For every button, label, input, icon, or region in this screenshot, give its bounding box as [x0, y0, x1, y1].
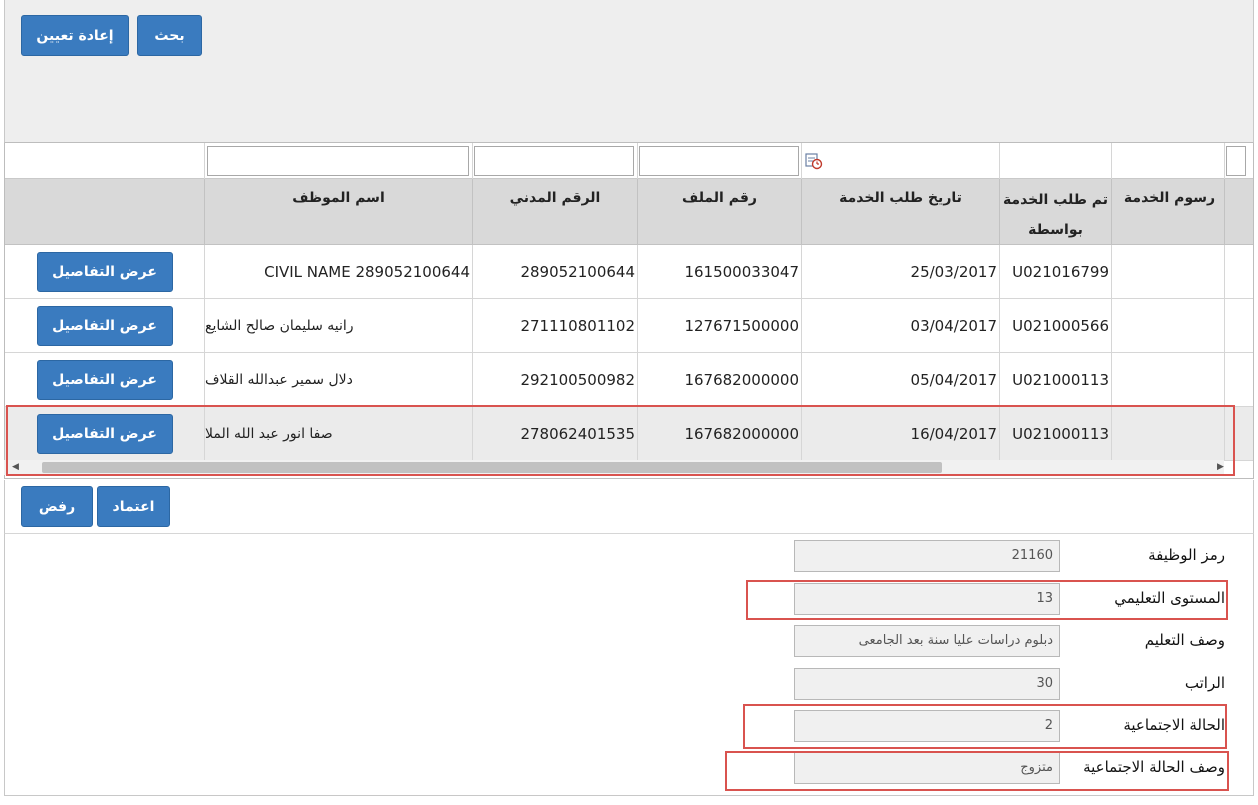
reject-button[interactable]: رفض — [21, 486, 93, 527]
salary-label: الراتب — [1184, 674, 1225, 692]
employee-details-form: 21160 رمز الوظيفة 13 المستوى التعليمي دب… — [4, 534, 1254, 796]
file-number-cell: 167682000000 — [637, 353, 801, 407]
view-details-button[interactable]: عرض التفاصيل — [36, 306, 173, 346]
request-date-cell: 25/03/2017 — [801, 245, 999, 299]
civil-id-cell: 292100500982 — [472, 353, 637, 407]
request-date-cell: 05/04/2017 — [801, 353, 999, 407]
education-desc-field: دبلوم دراسات عليا سنة بعد الجامعى — [794, 625, 1060, 657]
education-level-label: المستوى التعليمي — [1114, 589, 1225, 607]
action-bar — [4, 480, 1254, 534]
col-employee-name[interactable]: اسم الموظف — [204, 179, 472, 245]
civil-id-cell: 271110801102 — [472, 299, 637, 353]
grid-header: اسم الموظف الرقم المدني رقم الملف تاريخ … — [5, 179, 1253, 245]
view-details-button[interactable]: عرض التفاصيل — [36, 414, 173, 454]
filter-row — [5, 143, 1253, 179]
file-number-cell: 167682000000 — [637, 407, 801, 461]
requested-by-cell: U021000113 — [999, 407, 1111, 461]
search-button[interactable]: بحث — [137, 15, 202, 56]
request-date-cell: 16/04/2017 — [801, 407, 999, 461]
requested-by-cell: U021000113 — [999, 353, 1111, 407]
requests-grid: اسم الموظف الرقم المدني رقم الملف تاريخ … — [4, 143, 1254, 479]
education-desc-label: وصف التعليم — [1144, 631, 1225, 649]
employee-name-cell: دلال سمير عبدالله القلاف — [204, 353, 472, 407]
col-requested-by[interactable]: تم طلب الخدمة بواسطة — [999, 179, 1111, 245]
reset-button[interactable]: إعادة تعيين — [21, 15, 129, 56]
scroll-right-icon[interactable]: ▶ — [1217, 462, 1224, 473]
calendar-icon[interactable] — [805, 152, 823, 170]
employee-name-cell: صفا انور عبد الله الملا — [204, 407, 472, 461]
marital-status-desc-field: متزوج — [794, 752, 1060, 784]
col-civil-id[interactable]: الرقم المدني — [472, 179, 637, 245]
civil-id-filter[interactable] — [474, 146, 634, 176]
job-code-label: رمز الوظيفة — [1148, 546, 1225, 564]
file-number-cell: 127671500000 — [637, 299, 801, 353]
employee-name-cell: رانيه سليمان صالح الشايع — [204, 299, 472, 353]
extra-filter[interactable] — [1226, 146, 1246, 176]
civil-id-cell: 278062401535 — [472, 407, 637, 461]
requested-by-cell: U021016799 — [999, 245, 1111, 299]
marital-status-desc-label: وصف الحالة الاجتماعية — [1083, 758, 1225, 776]
education-level-field: 13 — [794, 583, 1060, 615]
scrollbar-thumb[interactable] — [42, 462, 942, 473]
marital-status-field: 2 — [794, 710, 1060, 742]
table-row[interactable]: عرض التفاصيل رانيه سليمان صالح الشايع 27… — [5, 299, 1253, 353]
requested-by-cell: U021000566 — [999, 299, 1111, 353]
scroll-left-icon[interactable]: ◀ — [12, 462, 19, 473]
marital-status-label: الحالة الاجتماعية — [1123, 716, 1225, 734]
col-file-number[interactable]: رقم الملف — [637, 179, 801, 245]
col-requested-by-line2: بواسطة — [1028, 222, 1083, 238]
file-number-filter[interactable] — [639, 146, 799, 176]
job-code-field: 21160 — [794, 540, 1060, 572]
civil-id-cell: 289052100644 — [472, 245, 637, 299]
employee-name-filter[interactable] — [207, 146, 469, 176]
horizontal-scrollbar[interactable]: ◀ ▶ — [4, 460, 1224, 475]
col-requested-by-line1: تم طلب الخدمة — [1002, 192, 1109, 208]
col-service-fees[interactable]: رسوم الخدمة — [1111, 179, 1227, 245]
file-number-cell: 161500033047 — [637, 245, 801, 299]
view-details-button[interactable]: عرض التفاصيل — [36, 252, 173, 292]
view-details-button[interactable]: عرض التفاصيل — [36, 360, 173, 400]
salary-field: 30 — [794, 668, 1060, 700]
employee-name-cell: CIVIL NAME 289052100644 — [204, 245, 472, 299]
table-row[interactable]: عرض التفاصيل CIVIL NAME 289052100644 289… — [5, 245, 1253, 299]
table-row[interactable]: عرض التفاصيل دلال سمير عبدالله القلاف 29… — [5, 353, 1253, 407]
col-request-date[interactable]: تاريخ طلب الخدمة — [801, 179, 999, 245]
request-date-cell: 03/04/2017 — [801, 299, 999, 353]
approve-button[interactable]: اعتماد — [97, 486, 170, 527]
table-row-selected[interactable]: عرض التفاصيل صفا انور عبد الله الملا 278… — [5, 407, 1253, 461]
